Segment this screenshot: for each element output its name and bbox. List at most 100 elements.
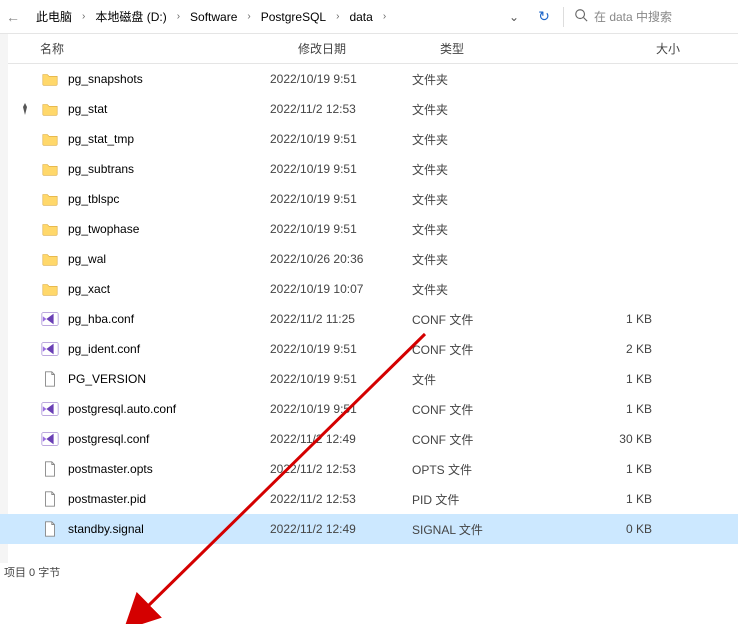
file-icon <box>40 369 60 389</box>
file-name: pg_hba.conf <box>68 312 134 326</box>
status-text: 项目 0 字节 <box>4 564 60 580</box>
file-row[interactable]: postmaster.pid2022/11/2 12:53PID 文件1 KB <box>0 484 738 514</box>
file-type: CONF 文件 <box>412 431 552 448</box>
file-size: 2 KB <box>552 342 672 356</box>
file-name: postgresql.auto.conf <box>68 402 176 416</box>
file-type: CONF 文件 <box>412 401 552 418</box>
search-icon <box>574 8 588 25</box>
visual-studio-icon <box>40 309 60 329</box>
file-date: 2022/10/19 9:51 <box>270 192 412 206</box>
file-size: 1 KB <box>552 462 672 476</box>
status-bar: 项目 0 字节 <box>0 563 738 581</box>
file-date: 2022/10/19 9:51 <box>270 72 412 86</box>
file-row[interactable]: pg_subtrans2022/10/19 9:51文件夹 <box>0 154 738 184</box>
file-name: postmaster.pid <box>68 492 146 506</box>
file-name: postgresql.conf <box>68 432 149 446</box>
file-list: pg_snapshots2022/10/19 9:51文件夹 pg_stat 202… <box>0 64 738 544</box>
breadcrumb-segment[interactable]: 此电脑 <box>32 6 76 27</box>
file-row[interactable]: pg_tblspc 2022/10/19 9:51文件夹 <box>0 184 738 214</box>
history-dropdown-icon[interactable]: ⌄ <box>499 10 529 24</box>
file-type: CONF 文件 <box>412 341 552 358</box>
chevron-right-icon: › <box>80 11 87 22</box>
breadcrumb-segment[interactable]: PostgreSQL <box>257 8 330 26</box>
file-size: 1 KB <box>552 402 672 416</box>
file-name: pg_wal <box>68 252 106 266</box>
nav-back-icon[interactable]: ← <box>0 9 26 25</box>
file-type: 文件夹 <box>412 71 552 88</box>
file-type: 文件夹 <box>412 131 552 148</box>
folder-icon <box>40 279 60 299</box>
file-name: pg_twophase <box>68 222 139 236</box>
file-type: SIGNAL 文件 <box>412 521 552 538</box>
file-row[interactable]: pg_snapshots2022/10/19 9:51文件夹 <box>0 64 738 94</box>
file-row[interactable]: pg_twophase2022/10/19 9:51文件夹 <box>0 214 738 244</box>
file-name: pg_stat_tmp <box>68 132 134 146</box>
file-date: 2022/10/19 9:51 <box>270 402 412 416</box>
breadcrumb-segment[interactable]: 本地磁盘 (D:) <box>91 6 170 27</box>
folder-icon <box>40 69 60 89</box>
file-type: CONF 文件 <box>412 311 552 328</box>
chevron-right-icon: › <box>334 11 341 22</box>
file-type: OPTS 文件 <box>412 461 552 478</box>
file-row[interactable]: postgresql.auto.conf 2022/10/19 9:51CONF … <box>0 394 738 424</box>
file-name: postmaster.opts <box>68 462 153 476</box>
file-type: 文件夹 <box>412 191 552 208</box>
chevron-right-icon: › <box>245 11 252 22</box>
header-name[interactable]: 名称 <box>40 40 298 57</box>
file-name: pg_stat <box>68 102 107 116</box>
refresh-icon[interactable]: ↻ <box>529 8 559 25</box>
file-name: standby.signal <box>68 522 144 536</box>
breadcrumb[interactable]: 此电脑 › 本地磁盘 (D:) › Software › PostgreSQL › data › <box>26 3 499 31</box>
file-date: 2022/10/19 9:51 <box>270 222 412 236</box>
file-date: 2022/10/19 9:51 <box>270 162 412 176</box>
chevron-right-icon: › <box>175 11 182 22</box>
visual-studio-icon <box>40 429 60 449</box>
header-size[interactable]: 大小 <box>580 40 700 57</box>
file-type: 文件 <box>412 371 552 388</box>
file-row[interactable]: pg_stat 2022/11/2 12:53文件夹 <box>0 94 738 124</box>
file-icon <box>40 519 60 539</box>
file-row[interactable]: pg_xact2022/10/19 10:07文件夹 <box>0 274 738 304</box>
file-size: 1 KB <box>552 372 672 386</box>
file-date: 2022/10/19 9:51 <box>270 132 412 146</box>
file-date: 2022/11/2 11:25 <box>270 312 412 326</box>
file-icon <box>40 489 60 509</box>
folder-icon <box>40 159 60 179</box>
file-row[interactable]: postmaster.opts2022/11/2 12:53OPTS 文件1 K… <box>0 454 738 484</box>
file-size: 30 KB <box>552 432 672 446</box>
file-date: 2022/10/26 20:36 <box>270 252 412 266</box>
quickaccess-pin-icon <box>10 103 40 115</box>
file-icon <box>40 459 60 479</box>
file-row[interactable]: postgresql.conf 2022/11/2 12:49CONF 文件30 … <box>0 424 738 454</box>
file-date: 2022/11/2 12:49 <box>270 432 412 446</box>
file-row[interactable]: pg_ident.conf2022/10/19 9:51CONF 文件2 KB <box>0 334 738 364</box>
visual-studio-icon <box>40 339 60 359</box>
file-date: 2022/10/19 9:51 <box>270 342 412 356</box>
file-row[interactable]: standby.signal2022/11/2 12:49SIGNAL 文件0 … <box>0 514 738 544</box>
file-row[interactable]: pg_hba.conf2022/11/2 11:25CONF 文件1 KB <box>0 304 738 334</box>
folder-icon <box>40 249 60 269</box>
file-name: pg_xact <box>68 282 110 296</box>
file-type: 文件夹 <box>412 281 552 298</box>
breadcrumb-segment[interactable]: data <box>345 8 376 26</box>
divider <box>563 7 564 27</box>
file-date: 2022/11/2 12:49 <box>270 522 412 536</box>
file-type: 文件夹 <box>412 161 552 178</box>
file-type: 文件夹 <box>412 101 552 118</box>
file-type: 文件夹 <box>412 251 552 268</box>
header-date[interactable]: 修改日期 <box>298 40 440 57</box>
column-headers[interactable]: 名称 修改日期 类型 大小 <box>0 34 738 64</box>
file-size: 1 KB <box>552 492 672 506</box>
search-box[interactable] <box>568 3 738 31</box>
file-name: pg_tblspc <box>68 192 119 206</box>
header-type[interactable]: 类型 <box>440 40 580 57</box>
file-row[interactable]: pg_wal 2022/10/26 20:36文件夹 <box>0 244 738 274</box>
file-date: 2022/10/19 9:51 <box>270 372 412 386</box>
file-row[interactable]: pg_stat_tmp 2022/10/19 9:51文件夹 <box>0 124 738 154</box>
file-row[interactable]: PG_VERSION2022/10/19 9:51文件1 KB <box>0 364 738 394</box>
file-date: 2022/11/2 12:53 <box>270 102 412 116</box>
chevron-right-icon: › <box>381 11 388 22</box>
search-input[interactable] <box>594 10 732 24</box>
breadcrumb-segment[interactable]: Software <box>186 8 241 26</box>
address-bar: ← 此电脑 › 本地磁盘 (D:) › Software › PostgreSQL › data… <box>0 0 738 34</box>
